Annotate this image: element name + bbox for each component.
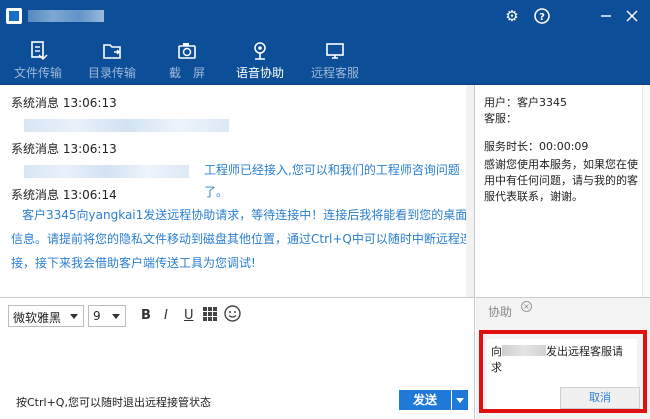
message-header-1: 系统消息 13:06:13 <box>11 96 117 110</box>
italic-button[interactable]: I <box>164 308 168 323</box>
folder-transfer-label: 目录传输 <box>87 66 136 80</box>
session-info-panel: 用户：客户3345 客服： 服务时长：00:00:09 感谢您使用本服务，如果您… <box>476 85 650 297</box>
side-scrollbar[interactable] <box>642 85 650 297</box>
user-name: 用户：客户3345 <box>484 96 567 109</box>
voice-assist-button[interactable]: 语音协助 <box>225 33 295 85</box>
close-icon[interactable]: × <box>521 301 532 312</box>
toolbar: 文件传输 目录传输 截 屏 语音协助 远程客服 <box>0 33 650 85</box>
chat-log: 系统消息 13:06:13 系统消息 13:06:13 工程师已经接入,您可以和… <box>0 85 475 297</box>
obscured-message-1 <box>24 119 229 132</box>
obscured-agent-name <box>502 345 546 356</box>
close-icon[interactable] <box>622 6 642 26</box>
file-transfer-label: 文件传输 <box>13 66 62 80</box>
message-header-3: 系统消息 13:06:14 <box>11 188 117 202</box>
app-icon <box>6 8 22 24</box>
minimize-icon[interactable] <box>596 6 616 26</box>
file-transfer-button[interactable]: 文件传输 <box>3 33 73 85</box>
service-duration: 服务时长：00:00:09 <box>484 140 589 153</box>
title-bar: ⚙ ? <box>0 0 650 33</box>
cancel-button[interactable]: 取消 <box>560 387 640 409</box>
emoji-icon[interactable] <box>224 305 241 326</box>
remote-service-label: 远程客服 <box>310 66 359 80</box>
table-grid-icon[interactable] <box>203 307 217 325</box>
bold-button[interactable]: B <box>141 308 151 323</box>
window-title-obscured <box>28 10 104 22</box>
screenshot-label: 截 屏 <box>168 66 205 80</box>
microphone-icon <box>254 42 266 60</box>
underline-button[interactable]: U <box>184 308 194 323</box>
folder-transfer-icon <box>103 44 121 59</box>
chevron-down-icon <box>70 314 78 319</box>
assist-request-text: 向发出远程客服请求 <box>491 344 631 376</box>
font-size-value: 9 <box>93 309 101 323</box>
send-button[interactable]: 发送 <box>399 390 451 410</box>
font-family-select[interactable]: 微软雅黑 <box>8 305 84 327</box>
monitor-icon <box>326 43 344 59</box>
message-composer[interactable]: 微软雅黑 9 B I U 按Ctrl+Q,您可以随时退出远程接管状态 发送 <box>0 297 475 419</box>
font-size-select[interactable]: 9 <box>88 305 126 327</box>
request-line-3: 接，接下来我会借助客户端传送工具为您调试! <box>11 256 256 270</box>
send-options-dropdown[interactable] <box>452 390 468 410</box>
request-line-1: 客户3345向yangkai1发送远程协助请求，等待连接中！连接后我将能看到您的… <box>22 208 468 222</box>
settings-gear-icon[interactable]: ⚙ <box>502 6 522 26</box>
message-header-2: 系统消息 13:06:13 <box>11 142 117 156</box>
file-transfer-icon <box>31 41 48 60</box>
chevron-down-icon <box>112 314 120 319</box>
screenshot-button[interactable]: 截 屏 <box>152 33 222 85</box>
voice-assist-label: 语音协助 <box>235 66 284 80</box>
font-family-value: 微软雅黑 <box>13 311 62 325</box>
tab-assist[interactable]: 协助 <box>488 303 512 320</box>
exit-remote-hint: 按Ctrl+Q,您可以随时退出远程接管状态 <box>16 396 211 409</box>
svg-text:?: ? <box>539 12 545 23</box>
engineer-joined-text: 工程师已经接入,您可以和我们的工程师咨询问题了。 <box>204 163 460 199</box>
assist-msg-prefix: 向 <box>491 345 502 358</box>
folder-transfer-button[interactable]: 目录传输 <box>77 33 147 85</box>
chat-scrollbar[interactable] <box>466 85 474 297</box>
camera-icon <box>178 43 196 59</box>
remote-service-button[interactable]: 远程客服 <box>300 33 370 85</box>
request-line-2: 信息。请提前将您的隐私文件移动到磁盘其他位置，通过Ctrl+Q中可以随时中断远程… <box>11 232 472 246</box>
help-icon[interactable]: ? <box>532 6 552 26</box>
agent-name: 客服： <box>484 112 517 125</box>
thanks-text: 感谢您使用本服务，如果您在使用中有任何问题，请与我的的客服代表联系，谢谢。 <box>484 158 638 203</box>
obscured-message-2 <box>24 165 189 178</box>
